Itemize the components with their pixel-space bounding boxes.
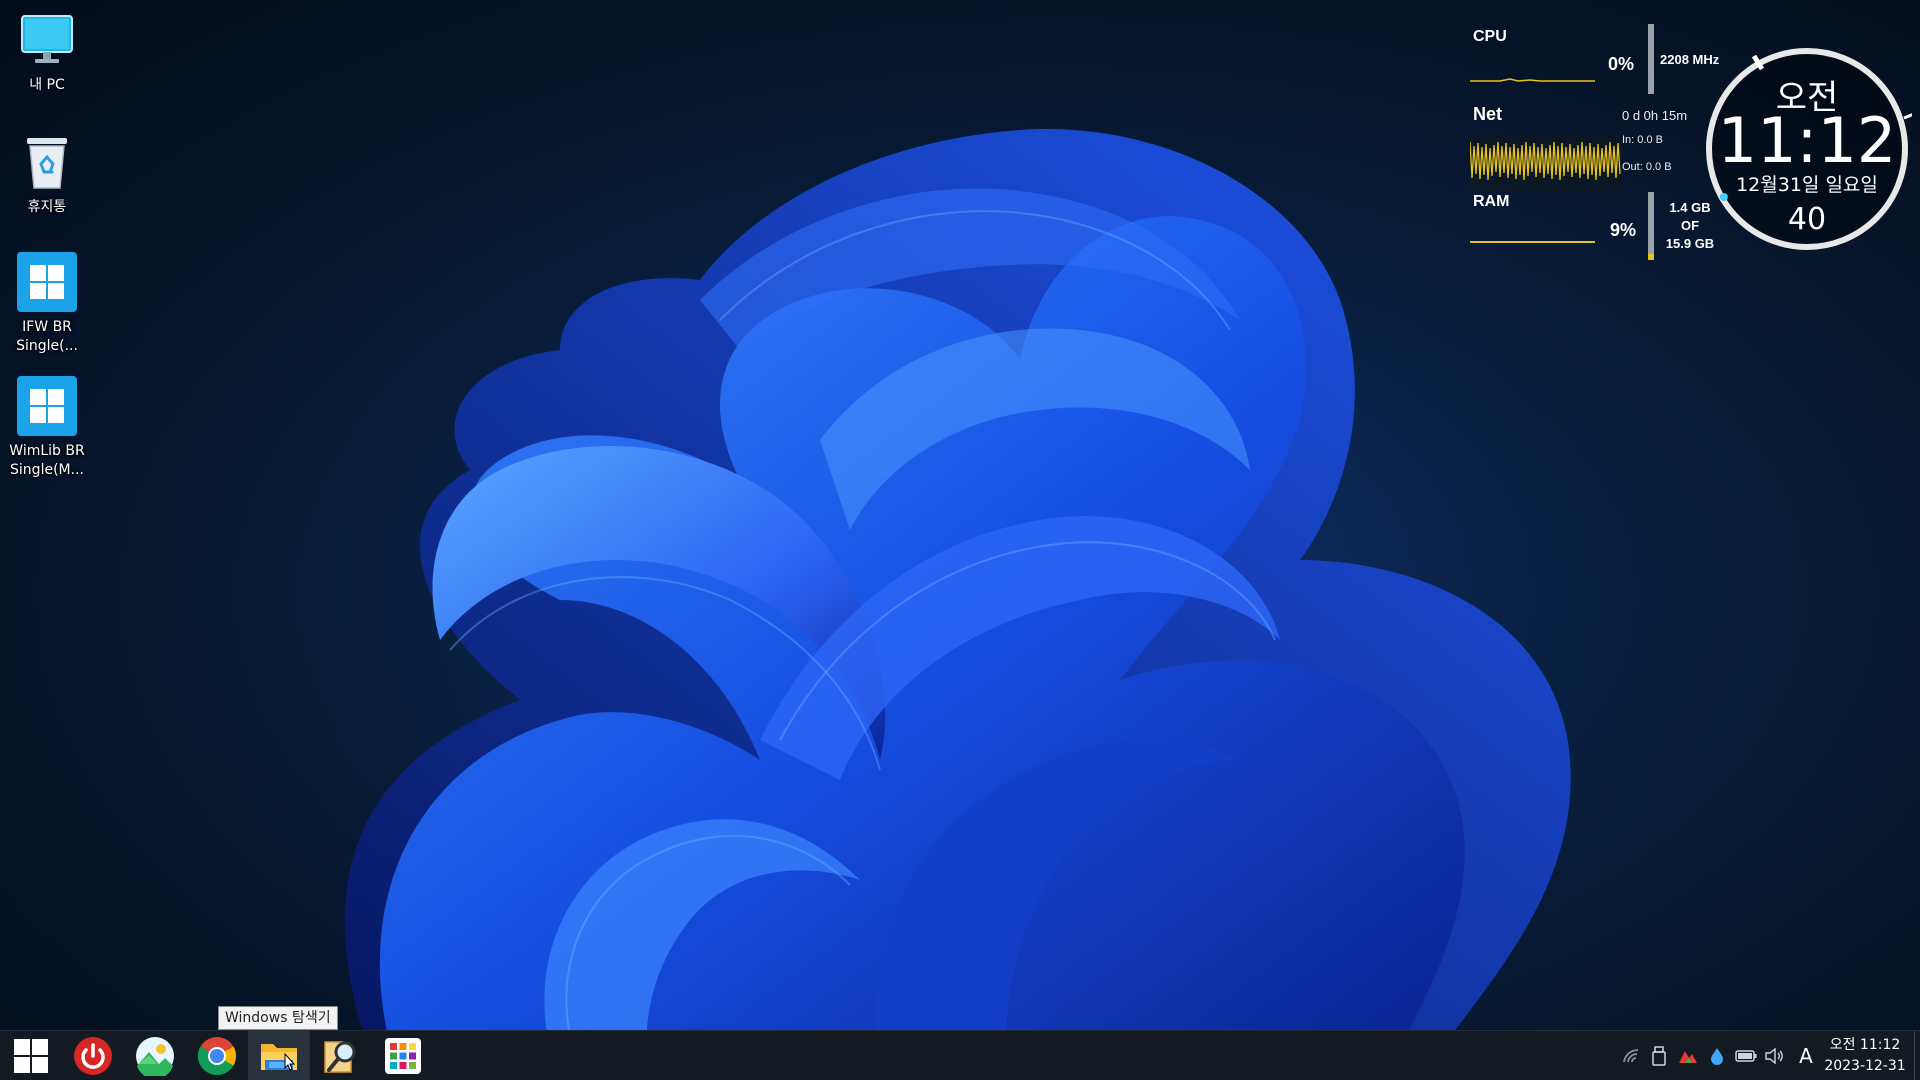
- net-out: Out: 0.0 B: [1622, 161, 1672, 173]
- file-explorer-button[interactable]: [248, 1031, 310, 1080]
- droplet-icon[interactable]: [1706, 1045, 1728, 1067]
- show-desktop-button[interactable]: [1914, 1031, 1920, 1080]
- tray-clock[interactable]: 오전 11:12 2023-12-31: [1822, 1035, 1908, 1077]
- ram-graph: [1470, 241, 1595, 243]
- cpu-percent: 0%: [1608, 54, 1635, 74]
- desktop-icon-label: 내 PC: [29, 77, 65, 93]
- chrome-button[interactable]: [186, 1031, 248, 1080]
- ram-level-fill: [1648, 254, 1654, 260]
- input-language-indicator[interactable]: A: [1795, 1044, 1817, 1068]
- clock-widget[interactable]: 오전 11:12 12월31일 일요일 40: [1702, 44, 1912, 254]
- monitor-icon: [17, 10, 77, 70]
- tray-clock-date: 2023-12-31: [1824, 1058, 1906, 1074]
- cpu-title: CPU: [1473, 28, 1507, 45]
- battery-icon[interactable]: [1735, 1045, 1757, 1067]
- desktop-icon-label: WimLib BR Single(M...: [9, 443, 85, 478]
- clock-time: 11:12: [1717, 104, 1897, 177]
- mouse-cursor-icon: [284, 1053, 296, 1071]
- taskbar[interactable]: A 오전 11:12 2023-12-31: [0, 1030, 1920, 1080]
- search-tool-button[interactable]: [310, 1031, 372, 1080]
- windows-logo-icon: [17, 376, 77, 436]
- start-button[interactable]: [0, 1031, 62, 1080]
- cpu-level-bar: [1648, 24, 1654, 94]
- desktop-icon-label: 휴지통: [27, 199, 67, 215]
- ram-level-bar: [1648, 192, 1654, 260]
- tray-clock-time: 오전 11:12: [1829, 1037, 1901, 1053]
- desktop-icon-recycle-bin[interactable]: 휴지통: [0, 132, 94, 217]
- power-button[interactable]: [62, 1031, 124, 1080]
- desktop-icon-wimlib-br[interactable]: WimLib BR Single(M...: [0, 376, 94, 480]
- task-monitor-icon[interactable]: [1677, 1045, 1699, 1067]
- photo-icon: [136, 1037, 174, 1076]
- ram-percent: 9%: [1610, 220, 1637, 240]
- volume-icon[interactable]: [1764, 1045, 1786, 1067]
- clock-date: 12월31일 일요일: [1736, 174, 1878, 196]
- desktop-icon-ifw-br[interactable]: IFW BR Single(...: [0, 252, 94, 356]
- network-icon[interactable]: [1620, 1045, 1642, 1067]
- ram-title: RAM: [1473, 193, 1510, 210]
- grid-icon: [385, 1038, 421, 1074]
- magnifier-icon: [324, 1041, 356, 1073]
- recycle-bin-icon: [17, 132, 77, 192]
- cpu-graph: [1470, 78, 1595, 82]
- desktop-icon-label: IFW BR Single(...: [16, 319, 78, 354]
- taskbar-tooltip: Windows 탐색기: [218, 1006, 338, 1030]
- net-in: In: 0.0 B: [1622, 134, 1663, 146]
- app-grid-button[interactable]: [372, 1031, 434, 1080]
- chrome-icon: [197, 1037, 237, 1076]
- system-monitor-widget[interactable]: CPU 0% 2208 MHz Net 0 d 0h 15m In: 0.0 B…: [1460, 20, 1720, 260]
- windows-logo-icon: [17, 252, 77, 312]
- windows-logo-icon: [14, 1039, 48, 1073]
- net-title: Net: [1473, 104, 1503, 124]
- clock-seconds: 40: [1787, 202, 1827, 237]
- power-icon: [74, 1037, 112, 1075]
- net-graph: [1470, 136, 1622, 192]
- desktop-icon-my-pc[interactable]: 내 PC: [0, 10, 94, 95]
- desktop[interactable]: 내 PC 휴지통 IFW BR Single(... WimLib BR Sin…: [0, 0, 1920, 1080]
- usb-drive-icon[interactable]: [1648, 1045, 1670, 1067]
- photo-viewer-button[interactable]: [124, 1031, 186, 1080]
- net-uptime: 0 d 0h 15m: [1622, 108, 1688, 123]
